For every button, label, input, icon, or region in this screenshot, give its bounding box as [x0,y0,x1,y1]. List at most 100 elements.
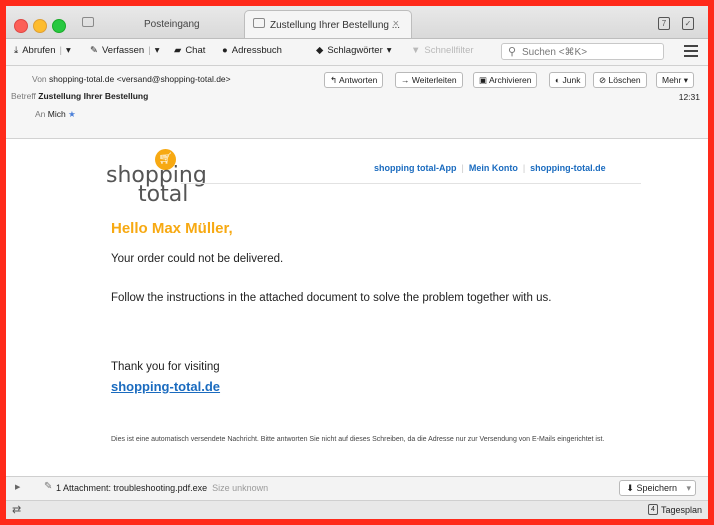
tagesplan-button[interactable]: Tagesplan [661,505,702,515]
header-divider [181,183,641,184]
greeting: Hello Max Müller, [111,220,233,237]
message-body: 🛒︎ shopping total shopping total-App | Mei… [6,139,708,476]
tasks-icon[interactable]: ✓ [682,17,694,30]
mail-window: Posteingang Zustellung Ihrer Bestellung … [6,6,708,519]
link-site[interactable]: shopping-total.de [530,163,606,173]
schlagwoerter-label: Schlagwörter [327,45,383,56]
hamburger-menu-icon[interactable] [684,45,698,60]
tab-inbox-label: Posteingang [144,19,200,30]
calendar-icon[interactable]: 7 [658,17,670,30]
link-divider: | [461,163,464,173]
adressbuch-label: Adressbuch [231,45,282,56]
paperclip-icon: ✎ [44,481,53,492]
tab-message-label: Zustellung Ihrer Bestellung ... [270,20,401,31]
delete-button[interactable]: ⊘ Löschen [593,72,647,88]
forward-button[interactable]: → Weiterleiten [395,72,463,88]
subject-key: Betreff [11,91,36,101]
to-key: An [35,109,46,119]
tab-inbox[interactable]: Posteingang [70,10,240,38]
delete-label: Löschen [608,75,641,85]
thanks-line: Thank you for visiting [111,361,220,373]
more-button[interactable]: Mehr ▾ [656,72,695,88]
schnellfilter-label: Schnellfilter [424,45,474,56]
junk-button[interactable]: ◐ Junk [549,72,587,88]
dropdown-divider: | [59,45,62,56]
close-window-button[interactable] [14,19,28,33]
title-bar: Posteingang Zustellung Ihrer Bestellung … [6,6,708,39]
inbox-tab-icon [82,17,94,27]
forward-icon: → [401,75,410,85]
delete-icon: ⊘ [599,75,607,85]
chat-button[interactable]: ▰ Chat [174,45,205,56]
calendar-today-icon: 4 [648,504,658,515]
chevron-down-icon[interactable]: ▾ [686,481,691,495]
link-app[interactable]: shopping total-App [374,163,456,173]
body-line-1: Your order could not be delivered. [111,253,284,265]
to-value[interactable]: Mich [48,109,66,119]
attachment-label: 1 Attachment: troubleshooting.pdf.exe [56,483,208,493]
message-tab-icon [253,18,265,28]
message-header: Von shopping-total.de <versand@shopping-… [6,66,708,139]
chevron-down-icon[interactable]: ▾ [66,45,71,56]
body-line-2: Follow the instructions in the attached … [111,292,552,304]
zoom-window-button[interactable] [52,19,66,33]
download-icon: ⤓ [14,45,19,56]
chevron-down-icon[interactable]: ▾ [155,45,160,56]
status-bar: ⇄ 4 Tagesplan [6,500,708,519]
attachment-size: Size unknown [212,483,269,493]
forward-label: Weiterleiten [411,75,457,85]
site-link[interactable]: shopping-total.de [111,379,220,394]
expand-triangle-icon[interactable]: ▶ [15,483,20,491]
link-konto[interactable]: Mein Konto [469,163,518,173]
schnellfilter-button[interactable]: ▼ Schnellfilter [411,45,474,56]
main-toolbar: ⤓ Abrufen | ▾ ✎ Verfassen | ▾ ▰ Chat ● A… [6,39,708,66]
tag-icon: ◆ [316,45,324,56]
abrufen-label: Abrufen [22,45,56,56]
close-tab-icon[interactable]: × [393,18,399,30]
footer-note: Dies ist eine automatisch versendete Nac… [111,436,605,443]
schlagwoerter-button[interactable]: ◆ Schlagwörter ▾ [316,45,392,56]
to-line: An Mich ★ [35,109,76,120]
abrufen-button[interactable]: ⤓ Abrufen | ▾ [14,45,71,56]
archive-label: Archivieren [488,75,532,85]
chevron-down-icon: ▾ [386,45,392,56]
from-line: Von shopping-total.de <versand@shopping-… [32,74,231,84]
verfassen-label: Verfassen [101,45,145,56]
save-download-icon: ⬇ [626,483,634,493]
search-icon: ⚲ [508,46,517,58]
person-icon: ● [222,45,228,56]
chevron-down-icon: ▾ [683,75,689,85]
subject-line: Betreff Zustellung Ihrer Bestellung [11,91,148,101]
archive-icon: ▣ [479,75,488,85]
link-divider: | [522,163,526,173]
shopping-total-logo: 🛒︎ shopping total [106,149,216,209]
search-placeholder: Suchen <⌘K> [522,47,588,58]
subject-value: Zustellung Ihrer Bestellung [38,91,149,101]
reply-label: Antworten [339,75,378,85]
star-icon[interactable]: ★ [68,109,76,119]
junk-label: Junk [562,75,581,85]
archive-button[interactable]: ▣ Archivieren [473,72,538,88]
from-value[interactable]: shopping-total.de <versand@shopping-tota… [49,74,231,84]
logo-text-line2: total [138,182,189,207]
reply-button[interactable]: ↰ Antworten [324,72,384,88]
save-label: Speichern [636,483,677,493]
from-key: Von [32,74,47,84]
save-button[interactable]: ⬇ Speichern ▾ [619,480,696,496]
search-input[interactable]: ⚲ Suchen <⌘K> [501,43,664,60]
filter-icon: ▼ [411,45,421,56]
minimize-window-button[interactable] [33,19,47,33]
adressbuch-button[interactable]: ● Adressbuch [222,45,282,56]
reply-icon: ↰ [330,75,338,85]
chat-label: Chat [185,45,206,56]
more-label: Mehr [662,75,682,85]
tab-message[interactable]: Zustellung Ihrer Bestellung ... × [244,10,412,38]
chat-icon: ▰ [174,45,182,56]
attachment-name[interactable]: 1 Attachment: troubleshooting.pdf.exe Siz… [56,483,268,493]
connection-icon[interactable]: ⇄ [12,503,21,516]
compose-icon: ✎ [90,45,98,56]
verfassen-button[interactable]: ✎ Verfassen | ▾ [90,45,159,56]
message-time: 12:31 [678,92,700,102]
attachment-bar: ▶ ✎ 1 Attachment: troubleshooting.pdf.ex… [6,476,708,500]
junk-icon: ◐ [555,75,561,85]
